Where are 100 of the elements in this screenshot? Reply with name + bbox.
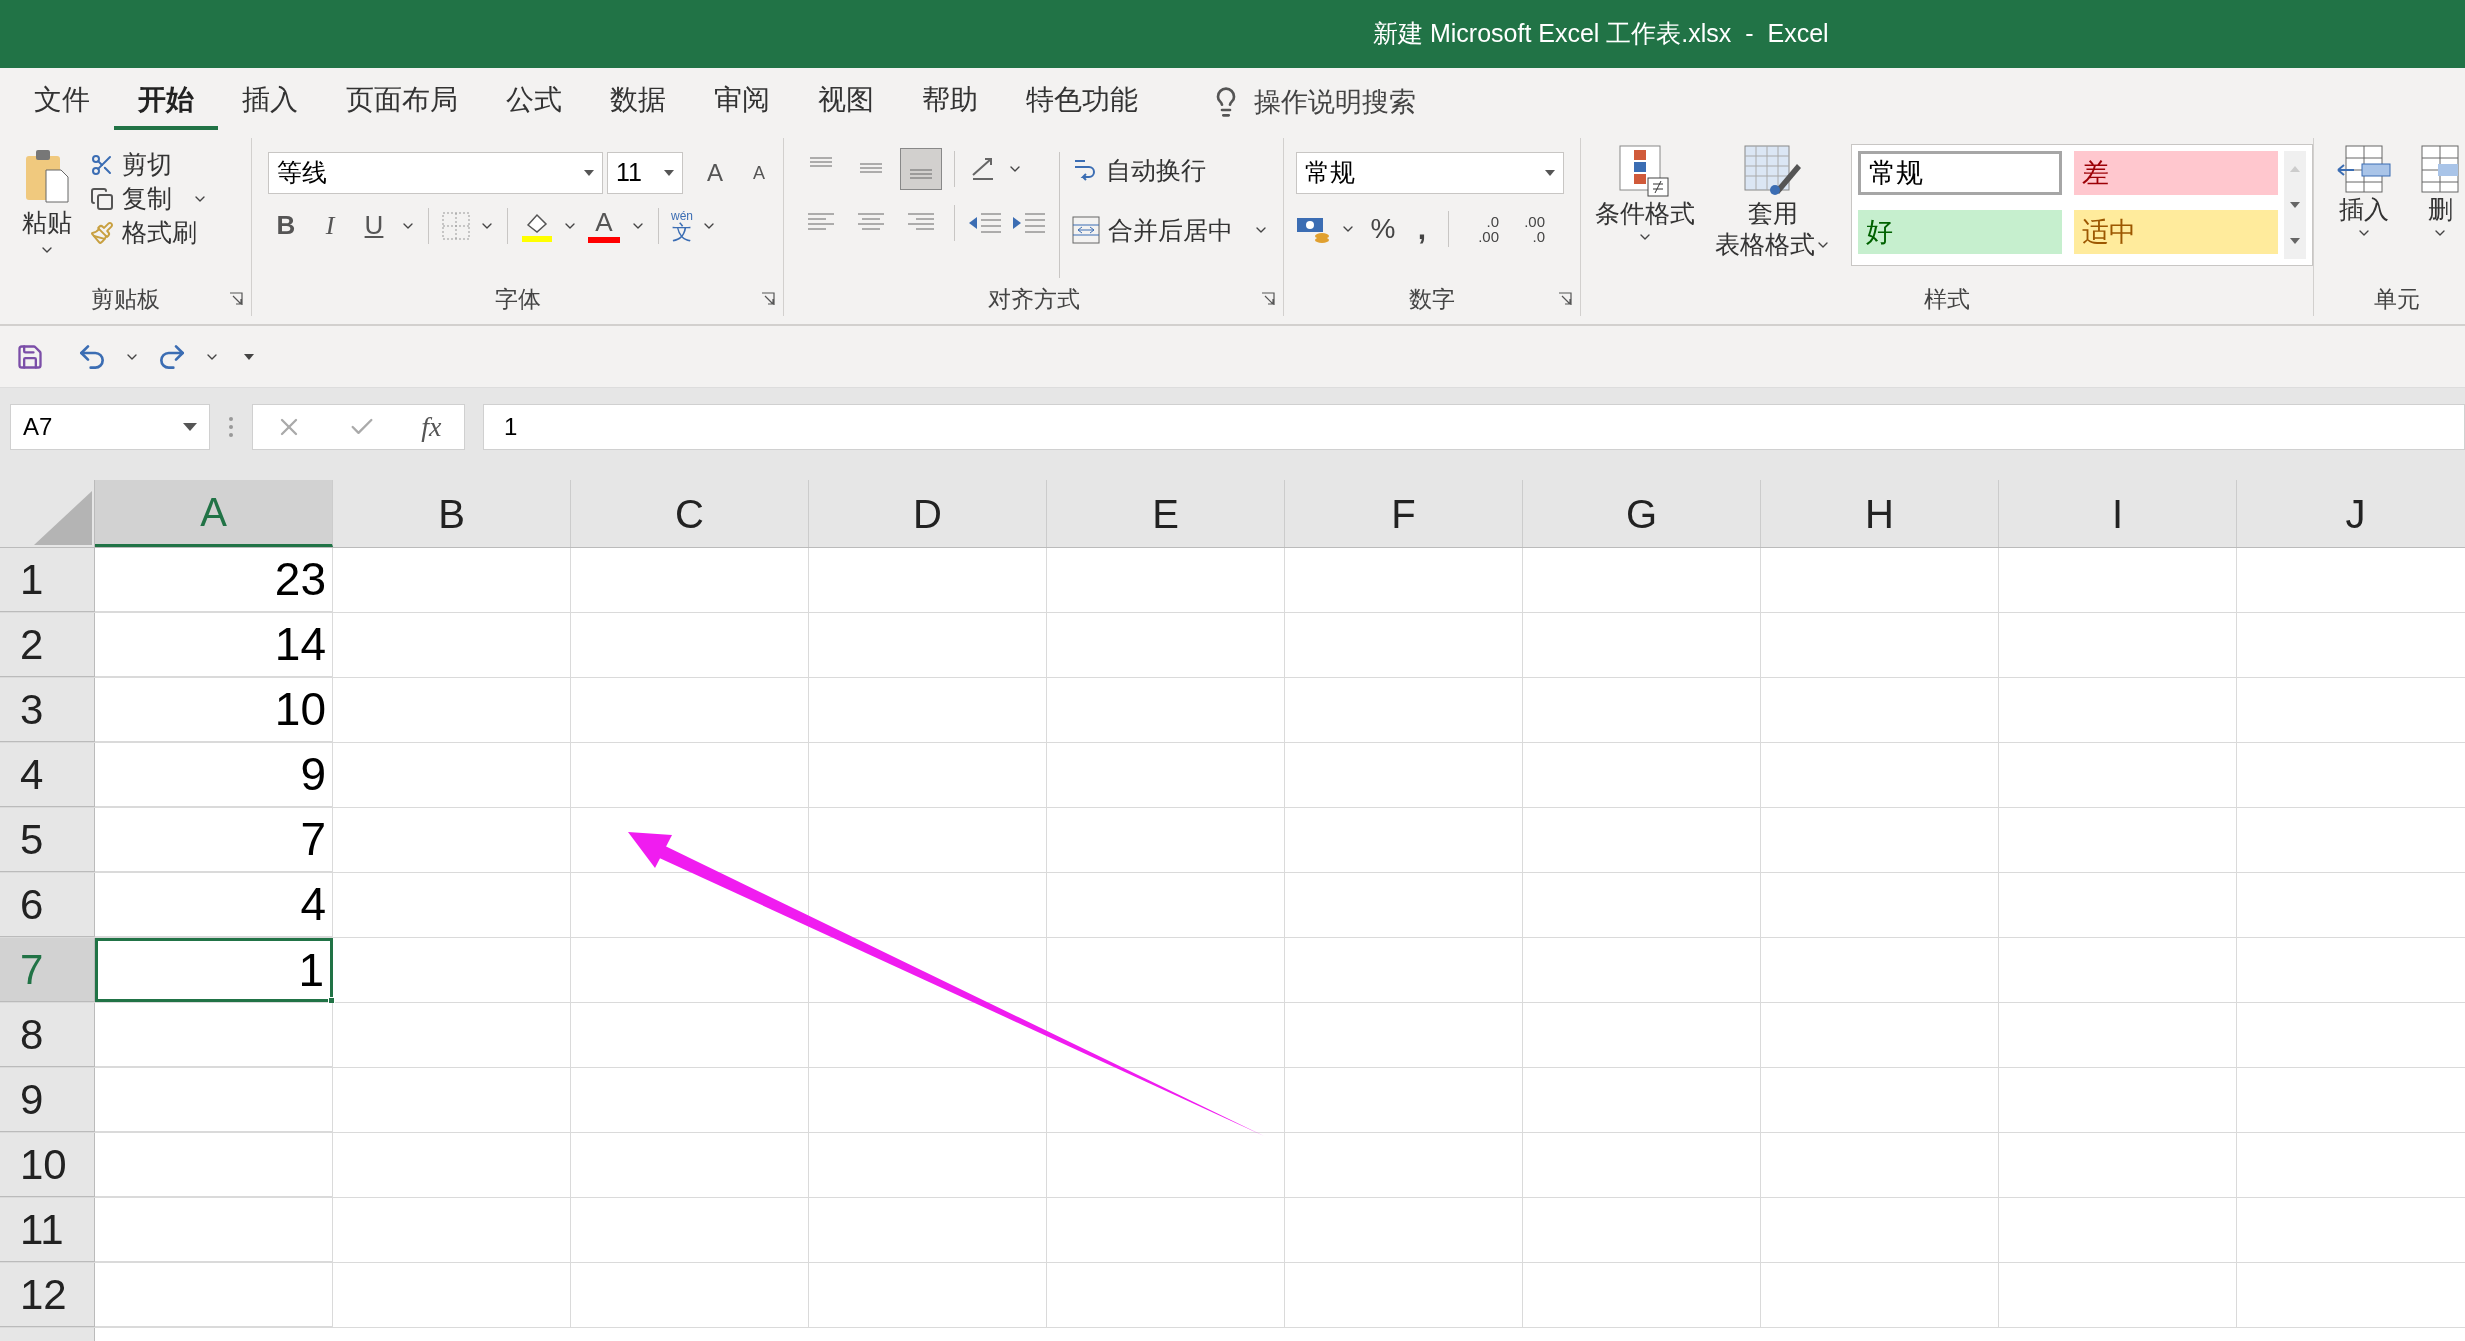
format-painter-button[interactable]: 格式刷 xyxy=(90,218,208,248)
table-cell[interactable]: 7 xyxy=(95,808,333,872)
column-header[interactable]: C xyxy=(571,480,809,547)
dialog-launcher-icon xyxy=(761,292,775,306)
decimal-button[interactable]: .0 .00 xyxy=(1463,213,1499,244)
shrink-font-button[interactable]: A xyxy=(739,159,779,187)
group-label: 数字 xyxy=(1409,284,1455,314)
paste-button[interactable]: 粘贴 xyxy=(16,146,78,282)
row-header[interactable]: 10 xyxy=(0,1133,95,1197)
table-cell[interactable]: 14 xyxy=(95,613,333,677)
group-label: 剪贴板 xyxy=(91,284,160,314)
align-lines-icon[interactable] xyxy=(900,148,942,190)
column-header[interactable]: E xyxy=(1047,480,1285,547)
row-header[interactable]: 11 xyxy=(0,1198,95,1262)
ribbon-tab[interactable]: 插入 xyxy=(218,74,322,130)
save-icon[interactable] xyxy=(16,342,44,371)
underline-button[interactable]: U xyxy=(356,206,392,245)
group-label: 字体 xyxy=(494,284,541,314)
italic-button[interactable]: I xyxy=(312,206,348,245)
row-header[interactable]: 3 xyxy=(0,678,95,742)
row-header[interactable]: 6 xyxy=(0,873,95,937)
delete-cells-button[interactable]: 删 xyxy=(2420,144,2460,282)
name-box[interactable]: A7 xyxy=(10,404,210,450)
dropdown-arrow-icon xyxy=(584,170,594,176)
format-as-table-button[interactable]: 套用 表格格式 xyxy=(1715,144,1831,282)
table-cell[interactable]: 9 xyxy=(95,743,333,807)
number-format-field[interactable]: 常规 xyxy=(1296,152,1564,194)
conditional-format-icon xyxy=(1618,144,1672,198)
row-header[interactable]: 12 xyxy=(0,1263,95,1327)
table-cell[interactable]: 4 xyxy=(95,873,333,937)
ribbon-tab[interactable]: 文件 xyxy=(10,74,114,130)
table-cell[interactable] xyxy=(95,1068,333,1132)
column-header[interactable]: B xyxy=(333,480,571,547)
column-header[interactable]: G xyxy=(1523,480,1761,547)
dropdown-arrow-icon xyxy=(664,170,674,176)
decimal-button[interactable]: .00 .0 xyxy=(1509,213,1545,244)
font-color-button[interactable]: A xyxy=(586,208,622,243)
font-name-field[interactable]: 等线 xyxy=(268,152,603,194)
table-brush-icon xyxy=(1743,144,1803,198)
column-header[interactable]: J xyxy=(2237,480,2465,547)
column-header[interactable]: H xyxy=(1761,480,1999,547)
row-header[interactable]: 9 xyxy=(0,1068,95,1132)
cell-style-item[interactable]: 适中 xyxy=(2074,210,2278,254)
table-cell[interactable] xyxy=(95,1263,333,1327)
select-all-icon[interactable] xyxy=(34,491,92,545)
ribbon-tab[interactable]: 页面布局 xyxy=(322,74,482,130)
ribbon-tab[interactable]: 帮助 xyxy=(898,74,1002,130)
ribbon-tab[interactable]: 特色功能 xyxy=(1002,74,1162,130)
dialog-launcher-icon xyxy=(1261,292,1275,306)
table-cell[interactable]: 1 xyxy=(95,938,333,1002)
ribbon-tab[interactable]: 数据 xyxy=(586,74,690,130)
dropdown-arrow-icon xyxy=(183,423,197,431)
group-label: 对齐方式 xyxy=(987,284,1080,314)
bold-button[interactable]: B xyxy=(268,206,304,245)
search-field[interactable]: 操作说明搜索 xyxy=(1254,81,1514,123)
drag-handle-icon xyxy=(228,416,234,438)
ribbon-tab[interactable]: 审阅 xyxy=(690,74,794,130)
phonetic-button[interactable]: wén 文 xyxy=(671,209,693,242)
conditional-format-button[interactable]: 条件格式 xyxy=(1595,144,1695,282)
table-cell[interactable]: 23 xyxy=(95,548,333,612)
gallery-scrollbar[interactable] xyxy=(2284,151,2306,259)
formula-field[interactable]: 1 xyxy=(483,404,2465,450)
row-header[interactable]: 8 xyxy=(0,1003,95,1067)
table-cell[interactable]: 10 xyxy=(95,678,333,742)
insert-cells-icon xyxy=(2336,144,2392,194)
font-size-field[interactable]: 11 xyxy=(607,152,683,194)
copy-icon xyxy=(90,187,114,211)
group-label: 单元 xyxy=(2374,284,2420,314)
cell-style-item[interactable]: 差 xyxy=(2074,151,2278,195)
table-cell[interactable] xyxy=(95,1003,333,1067)
fill-handle[interactable] xyxy=(328,997,335,1004)
row-header[interactable]: 2 xyxy=(0,613,95,677)
column-header[interactable]: I xyxy=(1999,480,2237,547)
ribbon-tab[interactable]: 公式 xyxy=(482,74,586,130)
merge-center-button[interactable]: 合并后居中 xyxy=(1072,211,1269,249)
table-cell[interactable] xyxy=(95,1198,333,1262)
wrap-text-button[interactable]: 自动换行 xyxy=(1072,152,1269,190)
row-header[interactable]: 7 xyxy=(0,938,95,1002)
percent-button[interactable]: % xyxy=(1366,207,1400,250)
column-header[interactable]: A xyxy=(95,480,333,547)
column-header[interactable]: D xyxy=(809,480,1047,547)
row-header[interactable]: 1 xyxy=(0,548,95,612)
table-cell[interactable] xyxy=(95,1133,333,1197)
row-header[interactable]: 5 xyxy=(0,808,95,872)
cell-style-item[interactable]: 常规 xyxy=(1858,151,2062,195)
group-label: 样式 xyxy=(1924,284,1970,314)
comma-button[interactable]: , xyxy=(1410,206,1434,251)
ribbon-tab[interactable]: 视图 xyxy=(794,74,898,130)
column-header[interactable]: F xyxy=(1285,480,1523,547)
customize-icon[interactable] xyxy=(244,353,254,360)
cell-style-item[interactable]: 好 xyxy=(1858,210,2062,254)
merge-cells-icon xyxy=(1072,216,1100,245)
grow-font-button[interactable]: A xyxy=(695,155,735,191)
copy-button[interactable]: 复制 xyxy=(90,184,208,214)
cut-button[interactable]: 剪切 xyxy=(90,150,208,180)
scissors-icon xyxy=(90,153,114,177)
insert-cells-button[interactable]: 插入 xyxy=(2336,144,2392,282)
row-header[interactable]: 4 xyxy=(0,743,95,807)
insert-function-button[interactable]: fx xyxy=(421,406,442,448)
dialog-launcher-icon xyxy=(229,292,243,306)
